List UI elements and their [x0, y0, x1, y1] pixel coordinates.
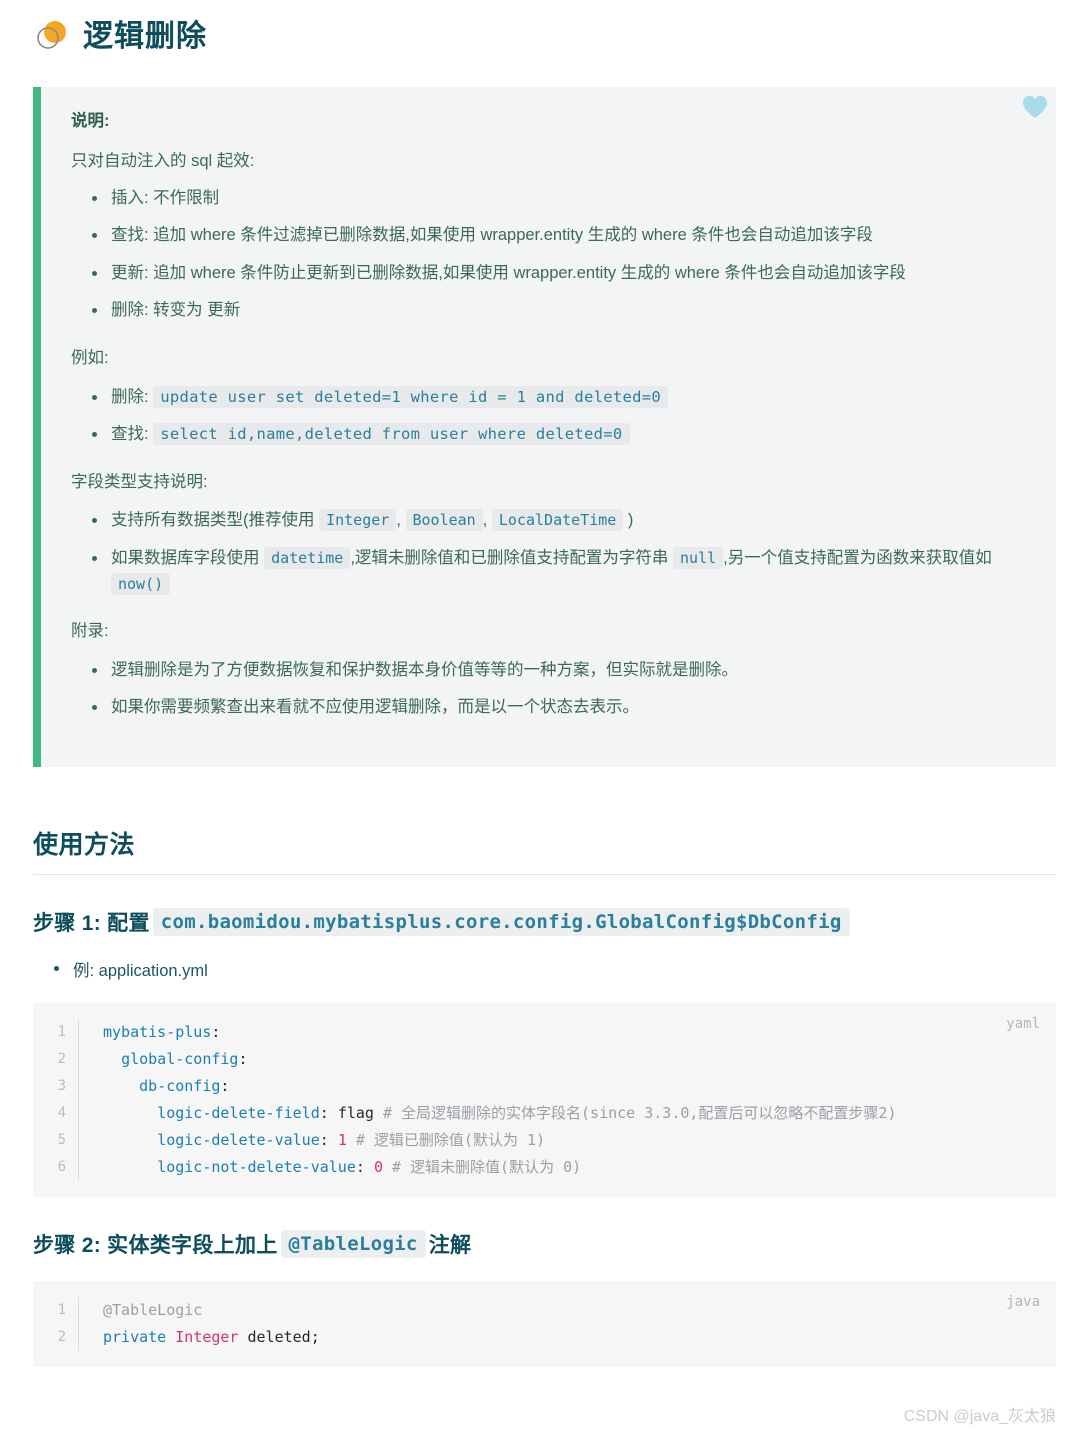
- callout-example-list: 删除: update user set deleted=1 where id =…: [71, 385, 1026, 448]
- code-line: logic-not-delete-value: 0 # 逻辑未删除值(默认为 0…: [157, 1157, 582, 1176]
- inline-code-dbconfig: com.baomidou.mybatisplus.core.config.Glo…: [152, 907, 850, 936]
- inline-code-null: null: [673, 546, 724, 569]
- list-item: 插入: 不作限制: [92, 186, 1026, 212]
- callout-example-label: 例如:: [71, 348, 109, 367]
- page-title: 逻辑删除: [83, 20, 207, 53]
- code-language-label-java: java: [1006, 1293, 1040, 1310]
- code-line: private Integer deleted;: [103, 1327, 320, 1346]
- line-number: 2: [57, 1050, 66, 1067]
- code-block-java[interactable]: java 12 @TableLogic private Integer delet…: [33, 1280, 1056, 1367]
- watermark: CSDN @java_灰太狼: [903, 1408, 1056, 1425]
- code-content-yaml: mybatis-plus: global-config: db-config: …: [79, 1019, 1056, 1181]
- list-item: 查找: 追加 where 条件过滤掉已删除数据,如果使用 wrapper.ent…: [92, 223, 1026, 249]
- list-item: 如果你需要频繁查出来看就不应使用逻辑删除，而是以一个状态去表示。: [92, 695, 1026, 721]
- line-number: 6: [57, 1158, 66, 1175]
- line-number: 1: [57, 1301, 66, 1318]
- list-item: 更新: 追加 where 条件防止更新到已删除数据,如果使用 wrapper.e…: [92, 261, 1026, 287]
- list-item: 逻辑删除是为了方便数据恢复和保护数据本身价值等等的一种方案，但实际就是删除。: [92, 658, 1026, 684]
- code-line: @TableLogic: [103, 1300, 203, 1319]
- inline-code-boolean: Boolean: [405, 509, 483, 532]
- code-line: logic-delete-field: flag # 全局逻辑删除的实体字段名(…: [157, 1103, 897, 1122]
- callout-heading: 说明:: [71, 112, 110, 130]
- line-number-gutter-java: 12: [33, 1296, 79, 1351]
- callout-field-types-label: 字段类型支持说明:: [71, 472, 208, 491]
- code-content-java: @TableLogic private Integer deleted;: [79, 1297, 1056, 1351]
- heart-icon[interactable]: [1022, 95, 1048, 119]
- list-item: 如果数据库字段使用 datetime ,逻辑未删除值和已删除值支持配置为字符串 n…: [92, 546, 1026, 597]
- line-number: 3: [57, 1077, 66, 1094]
- code-line: global-config:: [121, 1049, 248, 1068]
- field-type-prefix: 支持所有数据类型(推荐使用: [111, 511, 315, 530]
- callout-appendix-list: 逻辑删除是为了方便数据恢复和保护数据本身价值等等的一种方案，但实际就是删除。 如…: [71, 658, 1026, 721]
- callout-behavior-list: 插入: 不作限制 查找: 追加 where 条件过滤掉已删除数据,如果使用 wr…: [71, 186, 1026, 324]
- step-1-prefix: 步骤 1: 配置: [33, 911, 150, 935]
- callout-intro: 只对自动注入的 sql 起效:: [71, 151, 255, 170]
- line-number-gutter-yaml: 1 2 3 4 5 6: [33, 1018, 79, 1181]
- inline-code-sql-select: select id,name,deleted from user where d…: [153, 423, 630, 446]
- line-number: 5: [57, 1131, 66, 1148]
- inline-code-tablelogic: @TableLogic: [280, 1229, 426, 1258]
- page-title-row: 逻辑删除: [33, 0, 1056, 62]
- step-1-bullet-list: 例: application.yml: [33, 957, 1056, 981]
- inline-code-now: now(): [111, 572, 171, 595]
- code-line: logic-delete-value: 1 # 逻辑已删除值(默认为 1): [157, 1130, 546, 1149]
- code-block-yaml[interactable]: yaml 1 2 3 4 5 6 mybatis-plus: global-config:…: [33, 1002, 1056, 1197]
- orange-circle-ring-icon: [33, 18, 71, 56]
- example-label: 删除:: [111, 387, 149, 406]
- code-line: mybatis-plus:: [103, 1022, 221, 1041]
- document-page: 逻辑删除 说明: 只对自动注入的 sql 起效: 插入: 不作限制 查找: 追加…: [0, 0, 1089, 1440]
- line-number: 4: [57, 1104, 66, 1121]
- datetime-note-mid: ,逻辑未删除值和已删除值支持配置为字符串: [350, 548, 669, 567]
- list-item: 删除: 转变为 更新: [92, 298, 1026, 324]
- step-1-heading: 步骤 1: 配置 com.baomidou.mybatisplus.core.c…: [33, 907, 1056, 937]
- datetime-note-mid2: ,另一个值支持配置为函数来获取值如: [723, 548, 992, 567]
- example-label: 查找:: [111, 425, 149, 444]
- list-item: 例: application.yml: [54, 957, 1056, 981]
- field-type-suffix: ): [627, 511, 634, 530]
- line-number: 1: [57, 1023, 66, 1040]
- inline-code-integer: Integer: [319, 509, 397, 532]
- inline-code-localdatetime: LocalDateTime: [491, 509, 624, 532]
- inline-code-sql-delete: update user set deleted=1 where id = 1 a…: [153, 385, 669, 408]
- comma-sep: ,: [396, 511, 401, 530]
- inline-code-datetime: datetime: [264, 546, 351, 569]
- list-item: 支持所有数据类型(推荐使用 Integer, Boolean, LocalDat…: [92, 508, 1026, 534]
- callout-field-type-list: 支持所有数据类型(推荐使用 Integer, Boolean, LocalDat…: [71, 508, 1026, 597]
- line-number: 2: [57, 1328, 66, 1345]
- datetime-note-prefix: 如果数据库字段使用: [111, 548, 260, 567]
- step-2-prefix: 步骤 2: 实体类字段上加上: [33, 1233, 278, 1257]
- code-line: db-config:: [139, 1076, 230, 1095]
- step-2-suffix: 注解: [428, 1233, 472, 1257]
- section-heading-usage: 使用方法: [33, 825, 1056, 875]
- callout-appendix-label: 附录:: [71, 622, 109, 641]
- list-item: 查找: select id,name,deleted from user whe…: [92, 422, 1026, 448]
- list-item: 删除: update user set deleted=1 where id =…: [92, 385, 1026, 411]
- step-2-heading: 步骤 2: 实体类字段上加上 @TableLogic 注解: [33, 1229, 1056, 1259]
- code-language-label-yaml: yaml: [1006, 1015, 1040, 1032]
- info-callout: 说明: 只对自动注入的 sql 起效: 插入: 不作限制 查找: 追加 wher…: [33, 87, 1056, 767]
- comma-sep: ,: [482, 511, 488, 530]
